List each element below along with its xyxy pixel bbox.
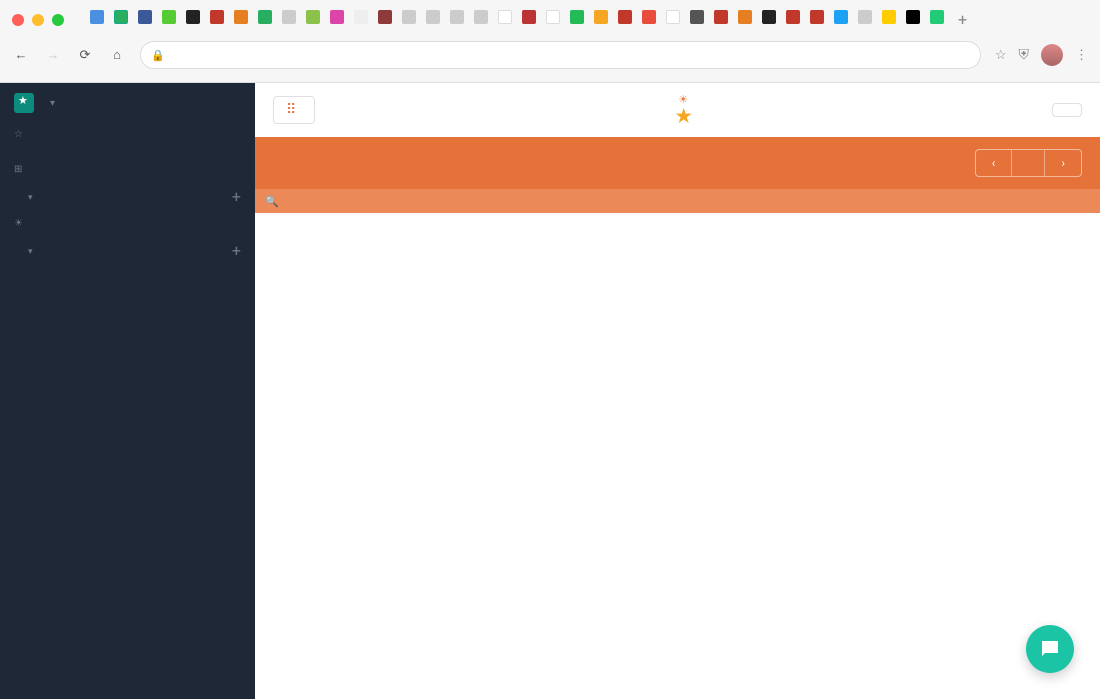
date-prev[interactable]: ‹: [976, 150, 1013, 176]
favorites-section: ☆: [0, 121, 255, 148]
star-icon: ☆: [14, 129, 24, 140]
date-next[interactable]: ›: [1045, 150, 1081, 176]
window-close[interactable]: [12, 14, 24, 26]
add-view-button[interactable]: +: [232, 241, 241, 260]
sun-icon: ☀: [14, 218, 24, 229]
team-switcher[interactable]: ▾: [0, 83, 255, 119]
browser-chrome: + ← → ⟳ ⌂ 🔒 ☆ ⛨ ⋮: [0, 0, 1100, 83]
cog-icon: ⊞: [14, 164, 23, 175]
page-title: [676, 106, 692, 127]
views-toggle-2[interactable]: ▾ +: [0, 237, 255, 264]
sidebar: ▾ ☆ ⊞ ▾ + ☀ ▾ +: [0, 83, 255, 699]
apps-label: [0, 148, 255, 156]
views-button[interactable]: ⠿: [273, 96, 315, 124]
star-icon[interactable]: ☆: [995, 48, 1007, 63]
nav-forward[interactable]: →: [44, 46, 62, 64]
grid-icon: ⠿: [286, 103, 296, 117]
address-bar[interactable]: 🔒: [140, 41, 981, 69]
nav-reload[interactable]: ⟳: [76, 46, 94, 64]
breadcrumb: [676, 93, 692, 106]
window-zoom[interactable]: [52, 14, 64, 26]
date-today[interactable]: [1012, 150, 1045, 176]
add-view-button[interactable]: +: [232, 187, 241, 206]
profile-avatar[interactable]: [1041, 44, 1063, 66]
lock-icon: 🔒: [151, 49, 165, 62]
browser-tabs: +: [90, 10, 967, 29]
filter-lanes-input[interactable]: [285, 195, 395, 207]
nav-home[interactable]: ⌂: [108, 46, 126, 64]
window-minimize[interactable]: [32, 14, 44, 26]
date-range-bar: ‹ ›: [255, 137, 1100, 189]
chat-button[interactable]: [1026, 625, 1074, 673]
apptracker-section[interactable]: ⊞: [0, 156, 255, 183]
views-toggle[interactable]: ▾ +: [0, 183, 255, 210]
nav-back[interactable]: ←: [12, 46, 30, 64]
chevron-down-icon: ▾: [50, 98, 55, 109]
new-tab[interactable]: +: [958, 10, 967, 29]
team-logo-icon: [14, 93, 34, 113]
actions-button[interactable]: [1052, 103, 1082, 117]
shield-icon[interactable]: ⛨: [1019, 47, 1030, 63]
chat-icon: [1038, 637, 1062, 661]
vacations-section[interactable]: ☀: [0, 210, 255, 237]
menu-icon[interactable]: ⋮: [1075, 48, 1088, 63]
content-area: ⠿ ‹ › 🔍: [255, 83, 1100, 699]
search-icon: 🔍: [265, 195, 279, 208]
